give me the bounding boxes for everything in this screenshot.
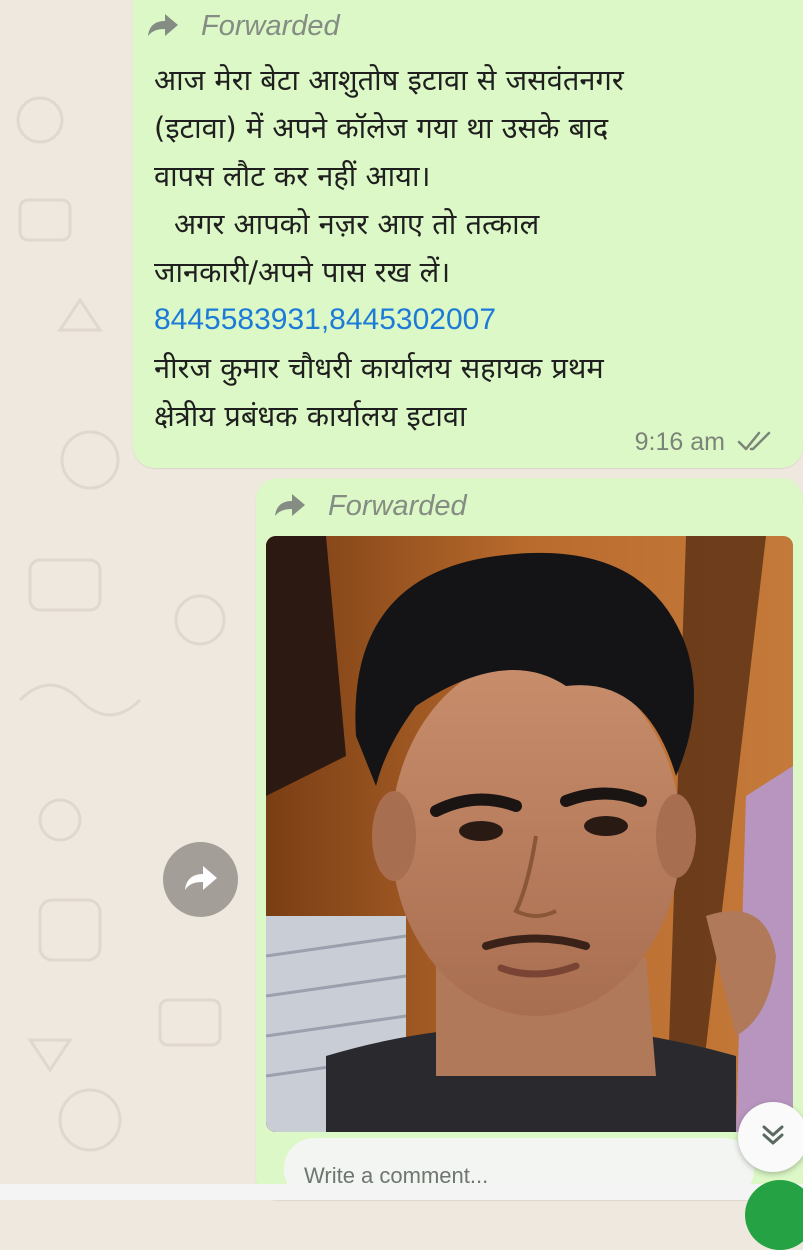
share-button[interactable]: [163, 842, 238, 917]
message-line: नीरज कुमार चौधरी कार्यालय सहायक प्रथम: [154, 351, 604, 385]
message-line: (इटावा) में अपने कॉलेज गया था उसके बाद: [154, 111, 609, 145]
forwarded-indicator: Forwarded: [147, 10, 340, 43]
chevron-double-down-icon: [759, 1121, 787, 1153]
forward-arrow-icon: [147, 12, 179, 42]
message-line: अगर आपको नज़र आए तो तत्काल: [174, 207, 540, 241]
message-time: 9:16 am: [634, 428, 725, 456]
forwarded-label: Forwarded: [201, 10, 340, 42]
message-bubble-image[interactable]: Forwarded: [256, 478, 803, 1200]
photo-of-young-man[interactable]: [266, 536, 793, 1132]
phone-numbers-link[interactable]: 8445583931,8445302007: [154, 296, 794, 344]
forward-arrow-icon: [274, 492, 306, 522]
double-check-icon: [737, 430, 773, 456]
message-line: वापस लौट कर नहीं आया।: [154, 159, 431, 193]
forwarded-indicator: Forwarded: [274, 490, 467, 523]
message-body: आज मेरा बेटा आशुतोष इटावा से जसवंतनगर (इ…: [154, 56, 794, 440]
forwarded-label: Forwarded: [328, 490, 467, 522]
share-arrow-icon: [183, 863, 219, 897]
fab-button[interactable]: [745, 1180, 803, 1250]
bottom-bar: [0, 1184, 803, 1200]
message-bubble-text[interactable]: Forwarded आज मेरा बेटा आशुतोष इटावा से ज…: [133, 0, 803, 468]
message-line: आज मेरा बेटा आशुतोष इटावा से जसवंतनगर: [154, 63, 624, 97]
message-line: जानकारी/अपने पास रख लें।: [154, 255, 451, 289]
message-meta: 9:16 am: [635, 428, 773, 457]
scroll-down-button[interactable]: [738, 1102, 803, 1172]
